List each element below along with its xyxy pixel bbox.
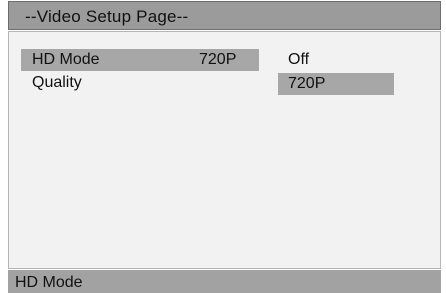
menu-item-quality[interactable]: Quality — [21, 72, 259, 94]
option-label: 720P — [288, 75, 326, 92]
menu-item-label: HD Mode — [32, 51, 100, 68]
menu-item-value: 720P — [199, 51, 237, 68]
status-text: HD Mode — [15, 274, 83, 291]
menu-item-label: Quality — [32, 74, 82, 91]
title-bar: --Video Setup Page-- — [8, 1, 441, 30]
video-setup-screen: --Video Setup Page-- HD Mode 720P Qualit… — [0, 0, 446, 293]
status-bar: HD Mode — [8, 270, 441, 293]
option-720p[interactable]: 720P — [278, 73, 394, 95]
settings-panel: HD Mode 720P Quality Off 720P — [8, 31, 441, 269]
option-off[interactable]: Off — [278, 49, 394, 71]
menu-item-hd-mode[interactable]: HD Mode 720P — [21, 49, 259, 71]
option-label: Off — [288, 51, 310, 68]
page-title: --Video Setup Page-- — [25, 7, 189, 26]
